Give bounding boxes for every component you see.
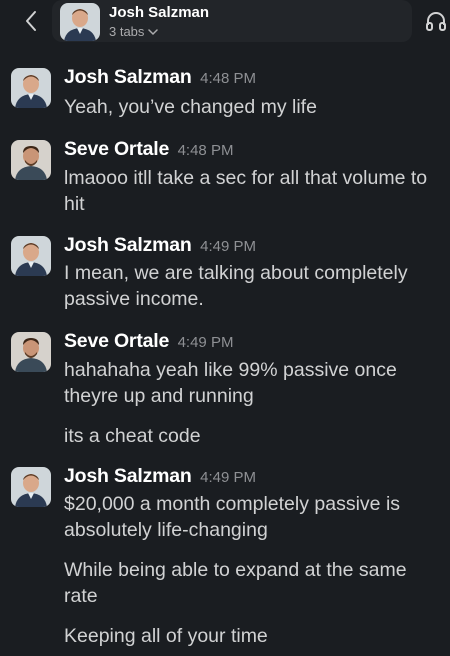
- message-text: $20,000 a month completely passive is ab…: [64, 493, 401, 541]
- message-text: its a cheat code: [64, 425, 201, 447]
- tabs-count: 3 tabs: [109, 24, 145, 39]
- conversation-name: Josh Salzman: [109, 4, 210, 21]
- timestamp: 4:48 PM: [177, 142, 234, 159]
- avatar[interactable]: [11, 332, 51, 372]
- huddle-button[interactable]: [424, 9, 448, 33]
- sender-name[interactable]: Josh Salzman: [64, 465, 192, 487]
- timestamp: 4:48 PM: [200, 70, 256, 87]
- chevron-down-icon: [148, 28, 159, 35]
- message-text: Keeping all of your time: [64, 625, 268, 647]
- message-text: While being able to expand at the same r…: [64, 559, 407, 607]
- message-text: hahahaha yeah like 99% passive once they…: [64, 359, 397, 407]
- timestamp: 4:49 PM: [200, 238, 256, 255]
- headphones-icon: [426, 12, 446, 31]
- tabs-selector[interactable]: 3 tabs: [109, 24, 159, 39]
- back-button[interactable]: [18, 8, 44, 34]
- avatar[interactable]: [11, 140, 51, 180]
- conversation-title-button[interactable]: [52, 0, 412, 42]
- avatar[interactable]: [11, 68, 51, 108]
- sender-name[interactable]: Josh Salzman: [64, 66, 192, 88]
- sender-name[interactable]: Josh Salzman: [64, 234, 192, 256]
- sender-name[interactable]: Seve Ortale: [64, 330, 169, 352]
- message-text: Yeah, you’ve changed my life: [64, 96, 317, 118]
- avatar[interactable]: [11, 236, 51, 276]
- message-text: lmaooo itll take a sec for all that volu…: [64, 167, 428, 215]
- timestamp: 4:49 PM: [200, 469, 256, 486]
- sender-name[interactable]: Seve Ortale: [64, 138, 169, 160]
- timestamp: 4:49 PM: [177, 334, 234, 351]
- avatar[interactable]: [11, 467, 51, 507]
- message-text: I mean, we are talking about completely …: [64, 262, 408, 310]
- chevron-left-icon: [26, 11, 36, 31]
- conversation-header: Josh Salzman 3 tabs: [0, 0, 450, 50]
- avatar[interactable]: [60, 3, 100, 41]
